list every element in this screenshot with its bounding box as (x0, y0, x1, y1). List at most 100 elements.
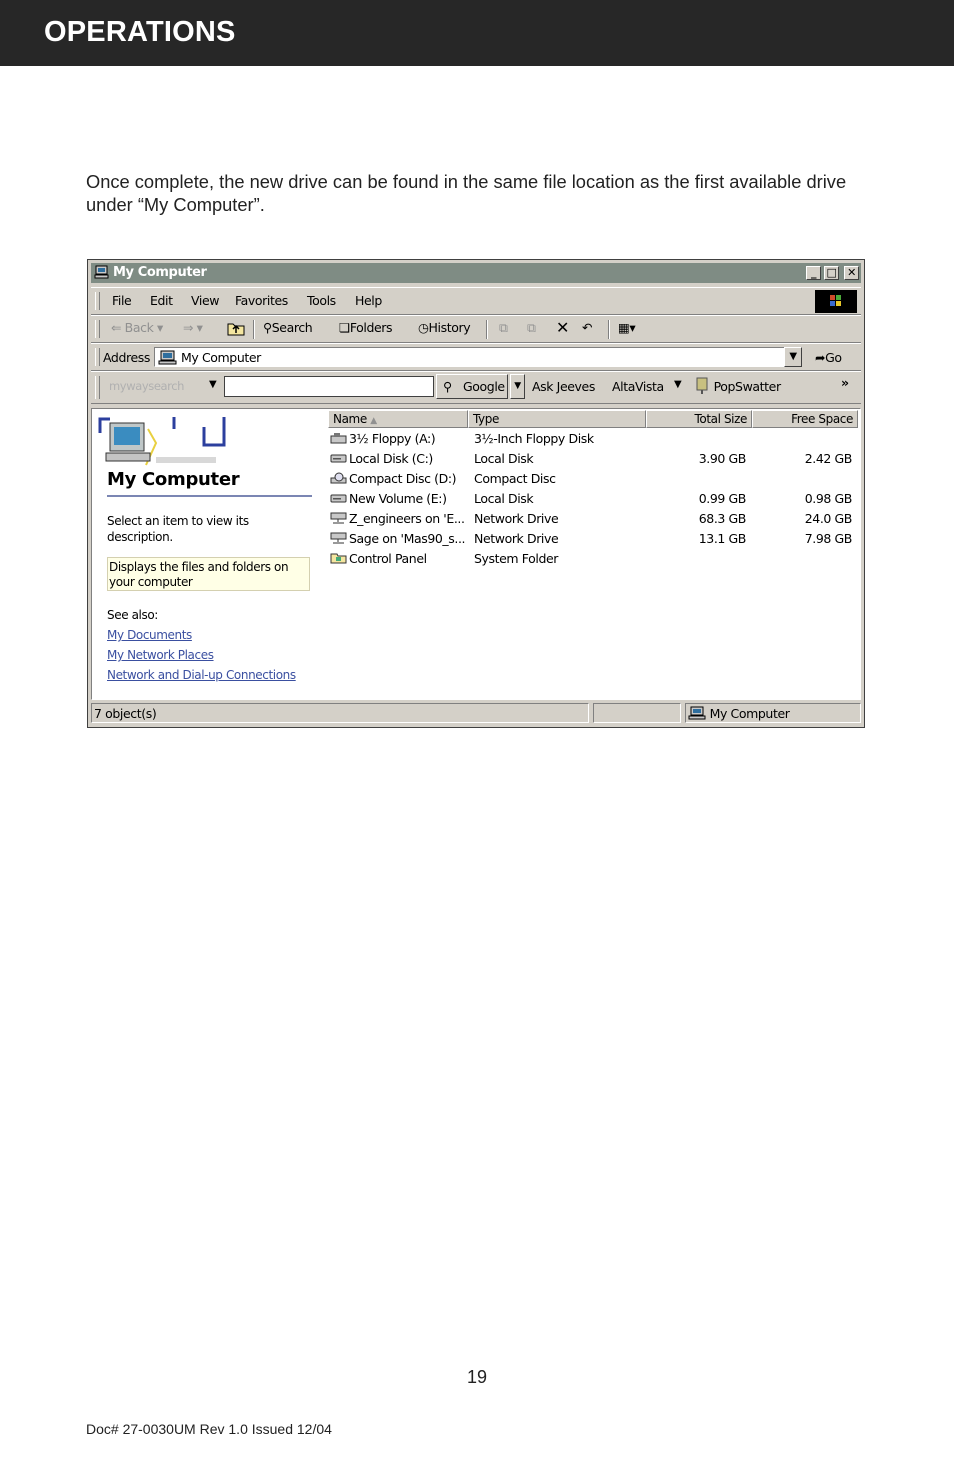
file-row-total-size[interactable]: 0.99 GB (646, 491, 747, 506)
file-row-type-text: Network Drive (474, 511, 559, 526)
address-input[interactable]: My Computer (154, 347, 802, 367)
altavista-link[interactable]: AltaVista (612, 379, 664, 394)
up-folder-button[interactable] (226, 319, 246, 340)
column-header-name[interactable]: Name ▲ (328, 410, 468, 428)
file-row-type-text: Local Disk (474, 451, 534, 466)
address-dropdown-button[interactable]: ▼ (784, 347, 802, 367)
toolbar-grip[interactable] (95, 292, 100, 310)
toolbar-separator (608, 320, 610, 339)
standard-toolbar: ⇐ Back ▾ ⇒ ▾ ⚲Search ❏Folders ◷History ⧉… (91, 315, 861, 343)
undo-button[interactable]: ↶ (582, 320, 592, 335)
maximize-button[interactable]: □ (824, 266, 839, 280)
close-button[interactable]: ✕ (844, 266, 859, 280)
popswatter-button[interactable]: PopSwatter (694, 377, 781, 395)
ask-jeeves-link[interactable]: Ask Jeeves (532, 379, 595, 394)
file-row-total-size[interactable]: 3.90 GB (646, 451, 747, 466)
menu-help[interactable]: Help (355, 293, 382, 308)
file-row-name[interactable]: Z_engineers on 'E... (330, 511, 468, 526)
search-text-input[interactable] (224, 376, 434, 397)
menu-tools[interactable]: Tools (307, 293, 336, 308)
link-my-documents[interactable]: My Documents (107, 628, 192, 642)
cd-drive-icon (330, 472, 347, 484)
section-title: OPERATIONS (44, 16, 236, 48)
forward-button[interactable]: ⇒ ▾ (183, 320, 203, 335)
file-row-free-space[interactable]: 24.0 GB (752, 511, 853, 526)
minimize-button[interactable]: _ (806, 266, 821, 280)
file-row-name-text: Compact Disc (D:) (349, 471, 457, 486)
link-my-network-places[interactable]: My Network Places (107, 648, 214, 662)
column-header-total-size[interactable]: Total Size (646, 410, 752, 428)
brand-dropdown-button[interactable]: ▼ (209, 379, 217, 390)
file-row-type[interactable]: Network Drive (474, 511, 644, 526)
back-button[interactable]: ⇐ Back ▾ (111, 320, 163, 335)
file-row-type-text: Local Disk (474, 491, 534, 506)
network-drive-icon (330, 512, 347, 524)
copy-to-button[interactable]: ⧉ (527, 320, 536, 336)
folders-button[interactable]: ❏Folders (339, 320, 393, 335)
delete-button[interactable]: ✕ (556, 318, 569, 337)
link-network-dialup[interactable]: Network and Dial-up Connections (107, 668, 296, 682)
google-search-button[interactable]: ⚲ Google (436, 374, 508, 399)
file-row-type[interactable]: Local Disk (474, 491, 644, 506)
file-row-free-space[interactable]: 0.98 GB (752, 491, 853, 506)
file-row-type[interactable]: Compact Disc (474, 471, 644, 486)
go-button[interactable]: ➦Go (815, 350, 842, 365)
file-row-name[interactable]: Compact Disc (D:) (330, 471, 468, 486)
search-icon: ⚲ (263, 320, 272, 335)
file-row-name-text: Z_engineers on 'E... (349, 511, 465, 526)
file-row-name[interactable]: Control Panel (330, 551, 468, 566)
views-button[interactable]: ▦▾ (618, 320, 636, 335)
file-row-name[interactable]: New Volume (E:) (330, 491, 468, 506)
file-row-type-text: Compact Disc (474, 471, 556, 486)
file-row-type[interactable]: Network Drive (474, 531, 644, 546)
file-row-type[interactable]: System Folder (474, 551, 644, 566)
window-title: My Computer (113, 265, 207, 280)
menu-edit[interactable]: Edit (150, 293, 173, 308)
toolbar-grip[interactable] (95, 320, 100, 338)
menu-file[interactable]: File (112, 293, 132, 308)
toolbar-separator (253, 320, 255, 339)
document-id: Doc# 27-0030UM Rev 1.0 Issued 12/04 (86, 1421, 332, 1437)
popswatter-label: PopSwatter (713, 379, 782, 394)
file-row-type[interactable]: 3½-Inch Floppy Disk (474, 431, 644, 446)
address-bar: Address My Computer ▼ ➦Go (91, 343, 861, 371)
file-row-total-size-text: 3.90 GB (698, 451, 747, 466)
chevron-down-icon: ▼ (514, 381, 521, 391)
move-to-button[interactable]: ⧉ (499, 320, 508, 336)
file-row-total-size[interactable]: 68.3 GB (646, 511, 747, 526)
file-row-total-size[interactable]: 13.1 GB (646, 531, 747, 546)
search-icon: ⚲ (443, 379, 452, 394)
file-row-free-space[interactable]: 2.42 GB (752, 451, 853, 466)
explorer-window-screenshot: My Computer _ □ ✕ File Edit View Favorit… (87, 259, 865, 728)
google-dropdown-button[interactable]: ▼ (510, 374, 525, 399)
file-row-free-space[interactable]: 7.98 GB (752, 531, 853, 546)
file-row-name[interactable]: Local Disk (C:) (330, 451, 468, 466)
column-header-free-space[interactable]: Free Space (752, 410, 858, 428)
hard-disk-icon (330, 452, 347, 464)
toolbar-grip[interactable] (95, 376, 100, 399)
my-computer-graphic-icon (98, 417, 226, 466)
toolbar-grip[interactable] (95, 348, 100, 366)
my-computer-icon (158, 350, 177, 365)
go-label: Go (825, 350, 842, 365)
file-row-type-text: 3½-Inch Floppy Disk (474, 431, 594, 446)
address-label: Address (103, 350, 150, 365)
history-button[interactable]: ◷History (418, 320, 471, 335)
column-header-type[interactable]: Type (468, 410, 646, 428)
windows-logo-icon (815, 290, 857, 313)
file-row-free-space-text: 2.42 GB (804, 451, 853, 466)
delete-x-icon: ✕ (556, 318, 570, 337)
menu-favorites[interactable]: Favorites (235, 293, 288, 308)
search-button[interactable]: ⚲Search (263, 320, 313, 335)
window-title-bar[interactable]: My Computer _ □ ✕ (91, 263, 861, 283)
more-chevron-icon[interactable]: » (841, 375, 849, 390)
menu-view[interactable]: View (191, 293, 219, 308)
network-drive-icon (330, 532, 347, 544)
file-row-type[interactable]: Local Disk (474, 451, 644, 466)
file-row-name[interactable]: Sage on 'Mas90_s... (330, 531, 468, 546)
back-arrow-icon: ⇐ (111, 320, 125, 335)
pane-description-note: Displays the files and folders on your c… (107, 557, 310, 591)
altavista-dropdown[interactable]: ▼ (674, 379, 682, 390)
file-row-name[interactable]: 3½ Floppy (A:) (330, 431, 468, 446)
mywaysearch-brand[interactable]: mywaysearch (109, 379, 184, 393)
